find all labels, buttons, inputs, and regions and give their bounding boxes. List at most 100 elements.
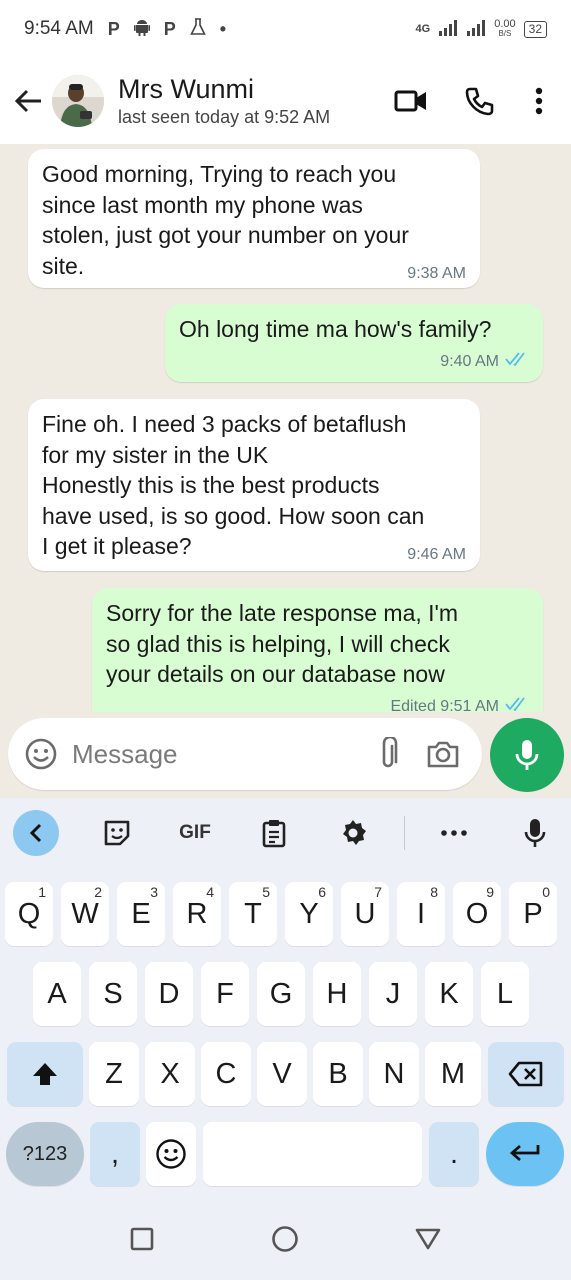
back-arrow-icon[interactable]	[4, 77, 52, 125]
enter-icon	[508, 1142, 542, 1166]
mic-icon	[514, 738, 540, 772]
key-e[interactable]: E3	[117, 882, 165, 946]
comma-key[interactable]: ,	[90, 1122, 140, 1186]
recents-icon[interactable]	[125, 1222, 159, 1256]
message-meta: 9:40 AM	[179, 347, 529, 378]
contact-info[interactable]: Mrs Wunmi last seen today at 9:52 AM	[118, 73, 330, 129]
message-outgoing[interactable]: Oh long time ma how's family? 9:40 AM	[165, 304, 543, 382]
enter-key[interactable]	[486, 1122, 564, 1186]
signal-icon-2	[466, 19, 486, 39]
video-call-icon[interactable]	[391, 81, 431, 121]
keyboard-toolbar: GIF	[0, 798, 571, 868]
key-k[interactable]: K	[425, 962, 473, 1026]
period-key[interactable]: .	[429, 1122, 479, 1186]
key-j[interactable]: J	[369, 962, 417, 1026]
more-icon[interactable]	[431, 810, 477, 856]
voice-call-icon[interactable]	[459, 81, 499, 121]
signal-icon	[438, 19, 458, 39]
flask-icon	[189, 17, 206, 41]
message-input-box[interactable]: Message	[8, 718, 482, 790]
gif-button[interactable]: GIF	[172, 810, 218, 856]
more-vert-icon[interactable]	[527, 81, 551, 121]
backspace-icon	[508, 1061, 544, 1087]
read-ticks-icon	[505, 692, 529, 713]
key-o[interactable]: O9	[453, 882, 501, 946]
key-f[interactable]: F	[201, 962, 249, 1026]
message-meta: 9:38 AM	[42, 259, 466, 290]
message-text: Oh long time ma how's family?	[179, 316, 492, 342]
toolbar-divider	[404, 816, 405, 850]
contact-name: Mrs Wunmi	[118, 74, 255, 104]
key-a[interactable]: A	[33, 962, 81, 1026]
emoji-icon	[155, 1138, 187, 1170]
data-speed: 0.00 B/S	[494, 18, 516, 39]
back-nav-icon[interactable]	[411, 1222, 445, 1256]
key-d[interactable]: D	[145, 962, 193, 1026]
camera-icon[interactable]	[426, 739, 460, 769]
message-incoming[interactable]: Good morning, Trying to reach you since …	[28, 149, 480, 288]
keyboard: GIF Q1 W2 E3 R4 T5 Y6 U7 I8 O9 P0 A S D …	[0, 798, 571, 1198]
message-time: Edited 9:51 AM	[390, 697, 499, 713]
key-r[interactable]: R4	[173, 882, 221, 946]
message-time: 9:46 AM	[407, 545, 466, 563]
key-g[interactable]: G	[257, 962, 305, 1026]
message-text: Sorry for the late response ma, I'm so g…	[106, 600, 459, 687]
key-b[interactable]: B	[313, 1042, 363, 1106]
message-meta: Edited 9:51 AM	[106, 692, 529, 713]
key-s[interactable]: S	[89, 962, 137, 1026]
key-m[interactable]: M	[425, 1042, 481, 1106]
message-input[interactable]: Message	[72, 739, 378, 770]
status-time: 9:54 AM	[24, 18, 94, 39]
key-z[interactable]: Z	[89, 1042, 139, 1106]
key-p[interactable]: P0	[509, 882, 557, 946]
shift-icon	[31, 1061, 59, 1087]
chat-area[interactable]: Good morning, Trying to reach you since …	[0, 144, 571, 712]
key-c[interactable]: C	[201, 1042, 251, 1106]
backspace-key[interactable]	[488, 1042, 564, 1106]
collapse-icon[interactable]	[13, 810, 59, 856]
key-y[interactable]: Y6	[285, 882, 333, 946]
chat-header: Mrs Wunmi last seen today at 9:52 AM	[0, 58, 571, 144]
status-system-icons: 4G 0.00 B/S 32	[416, 19, 547, 39]
avatar[interactable]	[52, 75, 104, 127]
clipboard-icon[interactable]	[251, 810, 297, 856]
key-x[interactable]: X	[145, 1042, 195, 1106]
composer-bar: Message	[0, 712, 571, 798]
key-v[interactable]: V	[257, 1042, 307, 1106]
shift-key[interactable]	[7, 1042, 83, 1106]
key-n[interactable]: N	[369, 1042, 419, 1106]
message-incoming[interactable]: Fine oh. I need 3 packs of betaflush for…	[28, 399, 480, 571]
settings-icon[interactable]	[330, 810, 376, 856]
android-icon	[133, 18, 150, 41]
key-i[interactable]: I8	[397, 882, 445, 946]
system-nav-bar	[0, 1198, 571, 1280]
space-key[interactable]	[203, 1122, 422, 1186]
emoji-icon[interactable]	[24, 737, 58, 771]
read-ticks-icon	[505, 347, 529, 378]
notification-p-icon: P	[107, 18, 120, 39]
notification-dot: •	[219, 18, 227, 39]
key-u[interactable]: U7	[341, 882, 389, 946]
emoji-key[interactable]	[146, 1122, 196, 1186]
status-bar: 9:54 AM P P • 4G 0.00 B/S 32	[0, 0, 571, 58]
mic-button[interactable]	[490, 718, 564, 792]
key-q[interactable]: Q1	[5, 882, 53, 946]
network-type-label: 4G	[415, 23, 431, 35]
sticker-icon[interactable]	[94, 810, 140, 856]
battery-icon: 32	[523, 20, 547, 38]
attach-icon[interactable]	[378, 737, 398, 771]
message-time: 9:40 AM	[440, 352, 499, 370]
contact-status: last seen today at 9:52 AM	[118, 107, 331, 127]
key-w[interactable]: W2	[61, 882, 109, 946]
key-h[interactable]: H	[313, 962, 361, 1026]
message-time: 9:38 AM	[407, 265, 466, 282]
home-icon[interactable]	[268, 1222, 302, 1256]
key-t[interactable]: T5	[229, 882, 277, 946]
message-outgoing[interactable]: Sorry for the late response ma, I'm so g…	[92, 588, 543, 712]
key-l[interactable]: L	[481, 962, 529, 1026]
symbols-key[interactable]: ?123	[6, 1122, 84, 1186]
header-actions	[391, 81, 551, 121]
status-notification-icons: P P •	[107, 17, 227, 41]
voice-input-icon[interactable]	[512, 810, 558, 856]
notification-p-icon-2: P	[163, 18, 176, 39]
